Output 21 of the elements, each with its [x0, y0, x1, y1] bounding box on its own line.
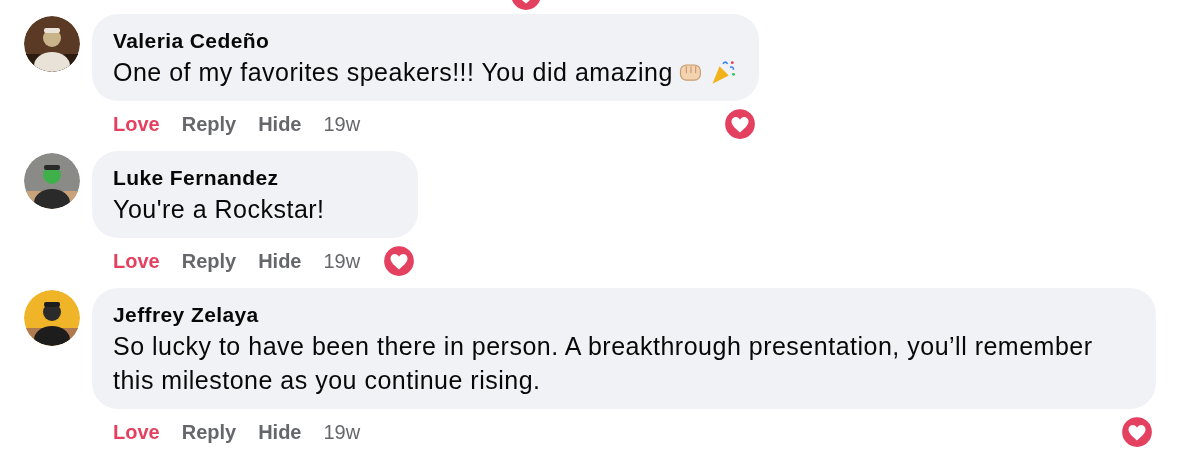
timestamp[interactable]: 19w [323, 249, 361, 273]
love-reaction-icon[interactable] [722, 107, 757, 141]
reply-link[interactable]: Reply [181, 249, 237, 273]
hide-link[interactable]: Hide [258, 420, 302, 444]
love-link[interactable]: Love [113, 420, 160, 444]
author-name[interactable]: Valeria Cedeño [113, 27, 737, 55]
love-reaction-icon[interactable] [1120, 415, 1154, 449]
love-reaction-icon[interactable] [382, 244, 417, 278]
love-link[interactable]: Love [113, 249, 160, 273]
hide-link[interactable]: Hide [258, 249, 302, 273]
author-name[interactable]: Jeffrey Zelaya [113, 301, 1134, 329]
comment-text: So lucky to have been there in person. A breakthrough presentation, you’ll remember this milestone as you continue rising. [113, 332, 1093, 394]
comment-text: You're a Rockstar! [113, 195, 325, 223]
reply-link[interactable]: Reply [181, 420, 237, 444]
timestamp[interactable]: 19w [323, 420, 361, 444]
love-link[interactable]: Love [113, 112, 160, 136]
author-name[interactable]: Luke Fernandez [113, 164, 397, 192]
timestamp[interactable]: 19w [323, 112, 361, 136]
comment-text: One of my favorites speakers!!! You did amazing [113, 58, 673, 86]
reply-link[interactable]: Reply [181, 112, 237, 136]
hide-link[interactable]: Hide [258, 112, 302, 136]
